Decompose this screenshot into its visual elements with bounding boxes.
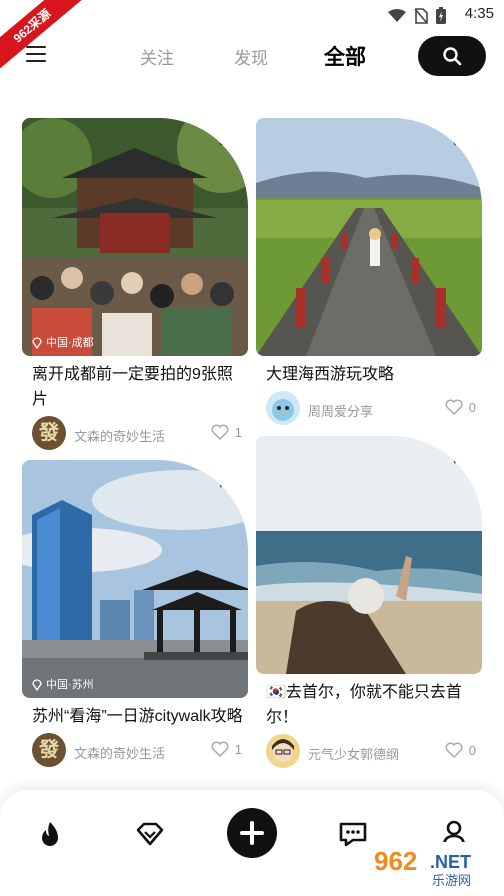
seaside-photo <box>256 436 482 674</box>
map-pin-icon[interactable] <box>214 126 236 150</box>
create-post-button[interactable] <box>227 808 277 858</box>
tab-discover[interactable]: 发现 <box>204 44 298 71</box>
menu-icon[interactable] <box>26 46 46 64</box>
post-title[interactable]: 大理海西游玩攻略 <box>256 362 482 387</box>
post-meta: 周周爱分享 0 <box>256 391 482 427</box>
like-button[interactable]: 0 <box>445 742 476 758</box>
teahouse-photo <box>22 118 248 356</box>
post-meta: 元气少女郭德纲 0 <box>256 734 482 770</box>
post-title[interactable]: 离开成都前一定要拍的9张照片 <box>22 362 248 412</box>
post-card[interactable]: 中国·成都 离开成都前一定要拍的9张照片 發 文森的奇妙生活 1 <box>22 118 248 452</box>
feed-tabs: 关注 发现 全部 <box>110 44 392 71</box>
post-meta: 發 文森的奇妙生活 1 <box>22 416 248 452</box>
post-card[interactable]: 中国·苏州 苏州“看海”一日游citywalk攻略 發 文森的奇妙生活 1 <box>22 460 248 769</box>
map-pin-icon[interactable] <box>448 444 470 468</box>
author-name[interactable]: 元气少女郭德纲 <box>308 744 399 763</box>
nav-vip[interactable] <box>130 814 170 854</box>
bottom-nav: 962 .NET 乐游网 <box>0 790 504 896</box>
post-title[interactable]: 苏州“看海”一日游citywalk攻略 <box>22 704 248 729</box>
avatar[interactable] <box>266 734 300 768</box>
post-feed: 中国·成都 离开成都前一定要拍的9张照片 發 文森的奇妙生活 1 大理海西游玩攻… <box>0 118 504 818</box>
nav-messages[interactable] <box>333 814 373 854</box>
battery-icon <box>436 7 446 24</box>
heart-icon <box>445 742 463 758</box>
svg-text:962: 962 <box>374 846 417 876</box>
svg-text:.NET: .NET <box>430 852 471 872</box>
heart-icon <box>445 399 463 415</box>
location-tag: 中国·苏州 <box>32 676 94 692</box>
author-name[interactable]: 文森的奇妙生活 <box>74 426 165 445</box>
like-count: 0 <box>468 399 476 415</box>
suzhou-photo <box>22 460 248 698</box>
post-card[interactable]: 大理海西游玩攻略 周周爱分享 0 <box>256 118 482 427</box>
like-button[interactable]: 1 <box>211 741 242 757</box>
post-image[interactable] <box>256 118 482 356</box>
author-name[interactable]: 周周爱分享 <box>308 401 373 420</box>
top-nav: 关注 发现 全部 <box>0 36 504 80</box>
avatar[interactable]: 發 <box>32 733 66 767</box>
flame-icon <box>42 822 58 846</box>
search-icon <box>443 47 462 66</box>
like-button[interactable]: 0 <box>445 399 476 415</box>
like-count: 1 <box>234 424 242 440</box>
tab-following[interactable]: 关注 <box>110 44 204 71</box>
diamond-icon <box>136 822 164 846</box>
bird-avatar <box>266 391 300 425</box>
post-title[interactable]: 🇰🇷去首尔，你就不能只去首尔！ <box>256 680 482 730</box>
status-icons <box>388 7 446 24</box>
author-name[interactable]: 文森的奇妙生活 <box>74 743 165 762</box>
location-pin-icon <box>32 336 42 349</box>
post-image[interactable] <box>256 436 482 674</box>
heart-icon <box>211 741 229 757</box>
nav-home[interactable] <box>30 814 70 854</box>
status-bar: 962采源 4:35 <box>0 0 504 74</box>
like-count: 0 <box>468 742 476 758</box>
site-watermark: 962 .NET 乐游网 <box>368 842 496 888</box>
map-pin-icon[interactable] <box>214 468 236 492</box>
status-time: 4:35 <box>464 5 494 22</box>
boardwalk-photo <box>256 118 482 356</box>
post-image[interactable]: 中国·苏州 <box>22 460 248 698</box>
like-count: 1 <box>234 741 242 757</box>
wifi-icon <box>388 8 406 22</box>
tab-all[interactable]: 全部 <box>298 41 392 71</box>
svg-text:乐游网: 乐游网 <box>432 873 471 888</box>
chat-icon <box>339 822 367 847</box>
post-meta: 發 文森的奇妙生活 1 <box>22 733 248 769</box>
post-card[interactable]: 🇰🇷去首尔，你就不能只去首尔！ 元气少女郭德纲 0 <box>256 436 482 770</box>
avatar[interactable]: 發 <box>32 416 66 450</box>
post-image[interactable]: 中国·成都 <box>22 118 248 356</box>
search-button[interactable] <box>418 36 486 76</box>
girl-avatar <box>266 734 300 768</box>
like-button[interactable]: 1 <box>211 424 242 440</box>
avatar[interactable] <box>266 391 300 425</box>
location-tag: 中国·成都 <box>32 334 94 350</box>
heart-icon <box>211 424 229 440</box>
location-pin-icon <box>32 678 42 691</box>
no-sim-icon <box>414 7 428 24</box>
map-pin-icon[interactable] <box>448 126 470 150</box>
